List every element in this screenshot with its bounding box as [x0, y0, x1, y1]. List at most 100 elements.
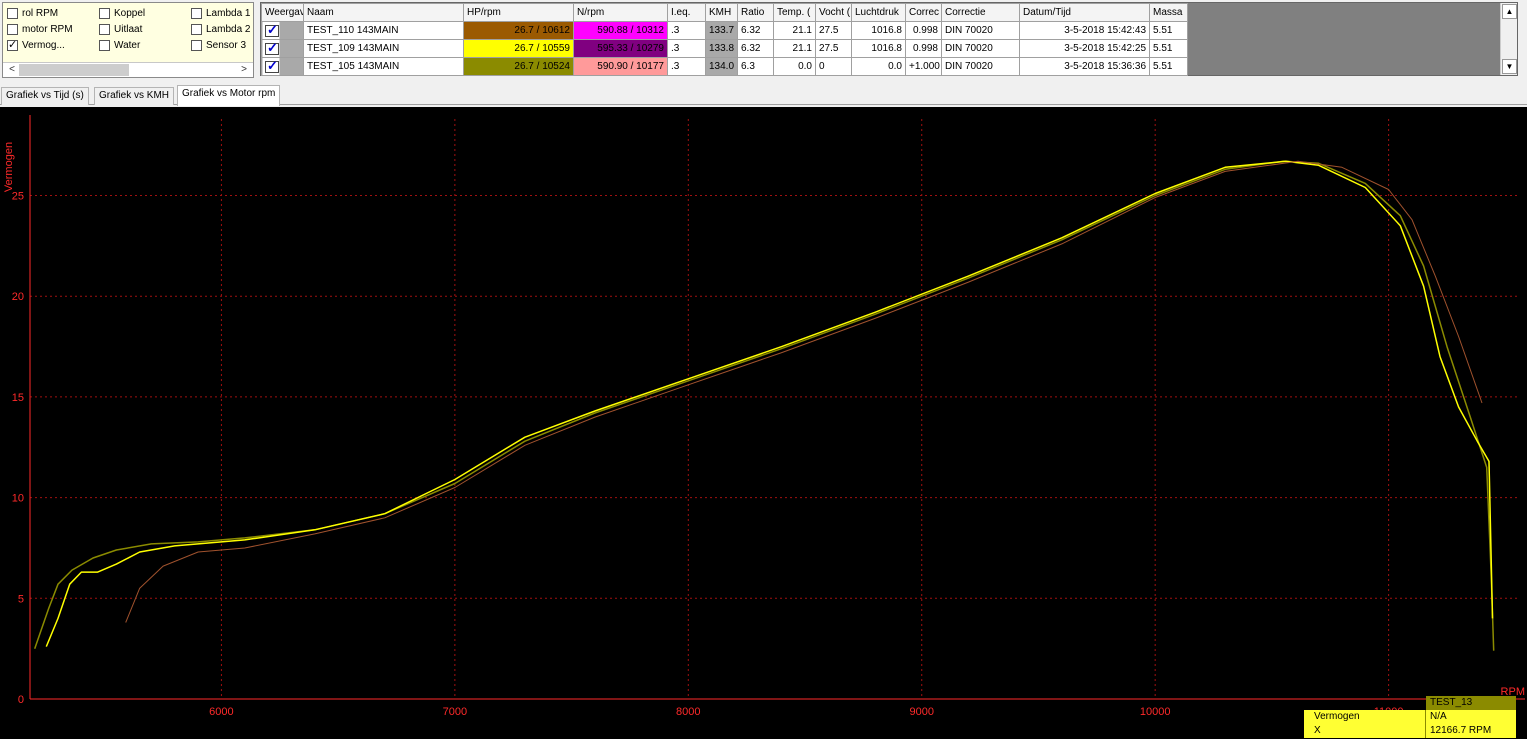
- cell-datum: 3-5-2018 15:36:36: [1019, 57, 1150, 76]
- cell-correc: +1.000: [905, 57, 942, 76]
- channel-checkbox-item[interactable]: Water: [99, 37, 140, 53]
- y-tick-label: 20: [12, 291, 24, 303]
- channel-checkbox-item[interactable]: Lambda 2: [191, 21, 250, 37]
- checkbox[interactable]: [7, 23, 18, 35]
- channel-checkbox-item[interactable]: Sensor 3: [191, 37, 246, 53]
- checkmark-icon[interactable]: [265, 41, 279, 56]
- cell-kmh: 134.0: [705, 57, 738, 76]
- tab-1[interactable]: Grafiek vs KMH: [94, 87, 175, 105]
- column-header[interactable]: Massa: [1149, 3, 1188, 22]
- table-row[interactable]: TEST_109 143MAIN26.7 / 10559595.33 / 102…: [261, 39, 1188, 58]
- cell-temp: 21.1: [773, 39, 816, 58]
- channel-checkbox-item[interactable]: Lambda 1: [191, 5, 250, 21]
- column-header[interactable]: I.eq.: [667, 3, 706, 22]
- cell-vocht: 0: [815, 57, 852, 76]
- checkbox[interactable]: [191, 23, 202, 35]
- table-row[interactable]: TEST_105 143MAIN26.7 / 10524590.90 / 101…: [261, 57, 1188, 76]
- readout-row-x: X 12166.7 RPM: [1304, 724, 1516, 738]
- channel-checkbox-item[interactable]: motor RPM: [7, 21, 73, 37]
- cell-lucht: 0.0: [851, 57, 906, 76]
- column-header[interactable]: Correctie: [941, 3, 1020, 22]
- table-row[interactable]: TEST_110 143MAIN26.7 / 10612590.88 / 103…: [261, 21, 1188, 40]
- cell-datum: 3-5-2018 15:42:25: [1019, 39, 1150, 58]
- cursor-readout: TEST_13 Vermogen N/A X 12166.7 RPM: [1304, 696, 1516, 738]
- checkmark-icon[interactable]: [265, 59, 279, 74]
- scroll-right-icon[interactable]: >: [237, 63, 251, 77]
- column-header[interactable]: Weergave: [261, 3, 304, 22]
- top-panel: rol RPM Koppel Lambda 1 motor RPM Uitlaat Lam…: [0, 0, 1527, 84]
- checkbox[interactable]: [7, 38, 18, 51]
- checkbox[interactable]: [191, 39, 202, 51]
- cell-correc: 0.998: [905, 39, 942, 58]
- channel-horizontal-scrollbar[interactable]: < >: [3, 62, 253, 77]
- readout-key: X: [1314, 725, 1321, 736]
- scroll-up-icon[interactable]: ▲: [1502, 4, 1517, 19]
- series-line-0: [33, 160, 1495, 651]
- readout-key: Vermogen: [1314, 711, 1360, 722]
- tab-2[interactable]: Grafiek vs Motor rpm: [177, 85, 281, 106]
- runs-table-panel: WeergaveNaamHP/rpmN/rpmI.eq.KMHRatioTemp…: [260, 2, 1518, 76]
- column-header[interactable]: N/rpm: [573, 3, 668, 22]
- y-tick-label: 5: [18, 593, 24, 605]
- channel-checkbox-item[interactable]: Koppel: [99, 5, 145, 21]
- graph-tabs: Grafiek vs Tijd (s) Grafiek vs KMH Grafiek…: [0, 85, 1527, 106]
- checkbox[interactable]: [191, 7, 202, 19]
- checkbox[interactable]: [7, 7, 18, 19]
- cell-n: 590.88 / 10312: [573, 21, 668, 40]
- cell-massa: 5.51: [1149, 39, 1188, 58]
- display-checkbox-cell[interactable]: [261, 57, 304, 76]
- cell-hp: 26.7 / 10612: [463, 21, 574, 40]
- channel-checkbox-item[interactable]: Vermog...: [7, 37, 65, 53]
- channel-label: Koppel: [114, 7, 146, 19]
- channel-label: Lambda 1: [206, 7, 251, 19]
- readout-test-name: TEST_13: [1426, 696, 1516, 710]
- checkmark-icon[interactable]: [265, 23, 279, 38]
- x-tick-label: 7000: [443, 706, 467, 718]
- channel-label: Sensor 3: [206, 39, 247, 51]
- column-header[interactable]: Luchtdruk: [851, 3, 906, 22]
- cell-hp: 26.7 / 10559: [463, 39, 574, 58]
- cell-kmh: 133.7: [705, 21, 738, 40]
- checkbox[interactable]: [99, 39, 110, 51]
- scroll-left-icon[interactable]: <: [5, 63, 19, 77]
- channel-checkbox-item[interactable]: rol RPM: [7, 5, 58, 21]
- column-header[interactable]: Correc: [905, 3, 942, 22]
- series-line-1: [45, 160, 1494, 647]
- channel-selector: rol RPM Koppel Lambda 1 motor RPM Uitlaat Lam…: [2, 2, 254, 78]
- channel-label: Lambda 2: [206, 23, 251, 35]
- channel-label: Uitlaat: [114, 23, 143, 35]
- column-header[interactable]: Ratio: [737, 3, 774, 22]
- cell-vocht: 27.5: [815, 39, 852, 58]
- cell-kmh: 133.8: [705, 39, 738, 58]
- readout-row-vermogen: Vermogen N/A: [1304, 710, 1516, 724]
- column-header[interactable]: KMH: [705, 3, 738, 22]
- column-header[interactable]: Naam: [303, 3, 464, 22]
- column-header[interactable]: Temp. (: [773, 3, 816, 22]
- checkbox[interactable]: [99, 7, 110, 19]
- cell-lucht: 1016.8: [851, 21, 906, 40]
- cell-n: 590.90 / 10177: [573, 57, 668, 76]
- display-checkbox-cell[interactable]: [261, 21, 304, 40]
- channel-label: Water: [114, 39, 141, 51]
- cell-ratio: 6.32: [737, 21, 774, 40]
- runs-vertical-scrollbar[interactable]: ▲ ▼: [1500, 3, 1517, 75]
- checkbox[interactable]: [99, 23, 110, 35]
- cell-temp: 0.0: [773, 57, 816, 76]
- x-tick-label: 9000: [909, 706, 933, 718]
- series-line-2: [125, 160, 1483, 623]
- power-chart[interactable]: 051015202560007000800090001000011000Verm…: [0, 107, 1527, 739]
- tab-0[interactable]: Grafiek vs Tijd (s): [1, 87, 89, 105]
- scroll-down-icon[interactable]: ▼: [1502, 59, 1517, 74]
- scrollbar-thumb[interactable]: [19, 64, 129, 76]
- channel-checkbox-item[interactable]: Uitlaat: [99, 21, 142, 37]
- cell-temp: 21.1: [773, 21, 816, 40]
- column-header[interactable]: HP/rpm: [463, 3, 574, 22]
- display-checkbox-cell[interactable]: [261, 39, 304, 58]
- column-header[interactable]: Vocht (: [815, 3, 852, 22]
- column-header[interactable]: Datum/Tijd: [1019, 3, 1150, 22]
- y-tick-label: 10: [12, 493, 24, 505]
- chart-svg[interactable]: 051015202560007000800090001000011000Verm…: [0, 107, 1527, 739]
- cell-massa: 5.51: [1149, 21, 1188, 40]
- runs-table: WeergaveNaamHP/rpmN/rpmI.eq.KMHRatioTemp…: [261, 3, 1188, 76]
- cell-n: 595.33 / 10279: [573, 39, 668, 58]
